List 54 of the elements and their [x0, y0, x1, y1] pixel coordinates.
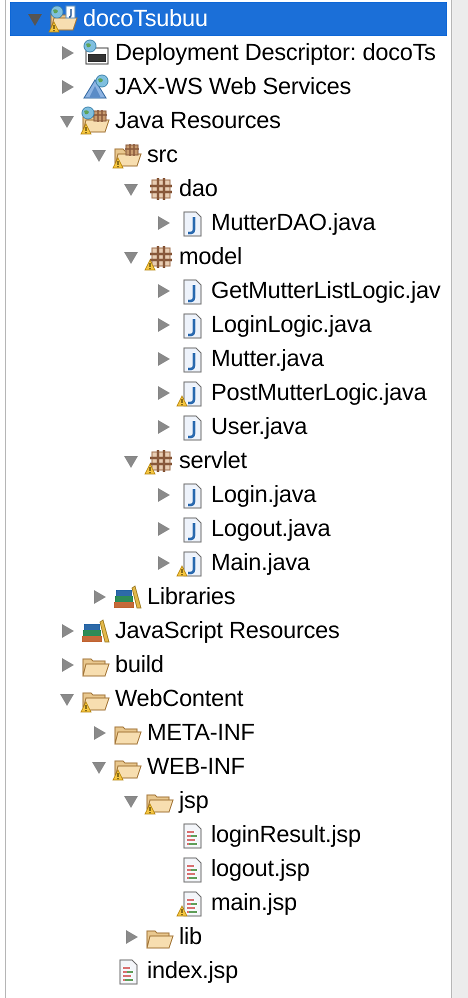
expand-arrow-icon[interactable] [59, 623, 75, 639]
item-label: Deployment Descriptor: docoTs [115, 41, 436, 65]
item-label: src [147, 143, 178, 167]
item-label: Libraries [147, 585, 236, 609]
item-label: JavaScript Resources [115, 619, 340, 643]
collapse-arrow-icon[interactable] [59, 113, 75, 129]
expand-arrow-icon[interactable] [91, 589, 107, 605]
tree-item[interactable]: docoTsubuu [10, 2, 447, 36]
expand-arrow-icon[interactable] [123, 929, 139, 945]
expand-arrow-icon[interactable] [155, 521, 171, 537]
item-label: build [115, 653, 164, 677]
collapse-arrow-icon[interactable] [123, 249, 139, 265]
expand-arrow-icon[interactable] [59, 45, 75, 61]
collapse-arrow-icon[interactable] [91, 759, 107, 775]
item-label: logout.jsp [211, 857, 310, 881]
item-label: loginResult.jsp [211, 823, 361, 847]
expand-arrow-icon[interactable] [155, 283, 171, 299]
item-label: GetMutterListLogic.jav [211, 279, 440, 303]
collapse-arrow-icon[interactable] [91, 147, 107, 163]
item-label: index.jsp [147, 959, 238, 983]
expand-arrow-icon[interactable] [155, 215, 171, 231]
item-label: dao [179, 177, 218, 201]
expand-arrow-icon[interactable] [155, 419, 171, 435]
expand-arrow-icon[interactable] [155, 317, 171, 333]
item-label: jsp [179, 789, 208, 813]
expand-arrow-icon[interactable] [91, 725, 107, 741]
collapse-arrow-icon[interactable] [123, 453, 139, 469]
expand-arrow-icon[interactable] [155, 555, 171, 571]
item-label: lib [179, 925, 202, 949]
item-label: docoTsubuu [83, 7, 208, 31]
expand-arrow-icon[interactable] [59, 79, 75, 95]
item-label: WEB-INF [147, 755, 245, 779]
item-label: META-INF [147, 721, 255, 745]
expand-arrow-icon[interactable] [155, 351, 171, 367]
collapse-arrow-icon[interactable] [123, 181, 139, 197]
collapse-arrow-icon[interactable] [123, 793, 139, 809]
expand-arrow-icon[interactable] [155, 487, 171, 503]
item-label: MutterDAO.java [211, 211, 376, 235]
item-label: Main.java [211, 551, 310, 575]
item-label: LoginLogic.java [211, 313, 372, 337]
item-label: Logout.java [211, 517, 330, 541]
item-label: servlet [179, 449, 247, 473]
collapse-arrow-icon[interactable] [59, 691, 75, 707]
item-label: Java Resources [115, 109, 281, 133]
item-label: Mutter.java [211, 347, 324, 371]
expand-arrow-icon[interactable] [155, 385, 171, 401]
expand-arrow-icon[interactable] [59, 657, 75, 673]
item-label: User.java [211, 415, 308, 439]
item-label: PostMutterLogic.java [211, 381, 426, 405]
item-label: Login.java [211, 483, 316, 507]
item-label: WebContent [115, 687, 244, 711]
item-label: JAX-WS Web Services [115, 75, 352, 99]
item-label: model [179, 245, 242, 269]
item-label: main.jsp [211, 891, 297, 915]
